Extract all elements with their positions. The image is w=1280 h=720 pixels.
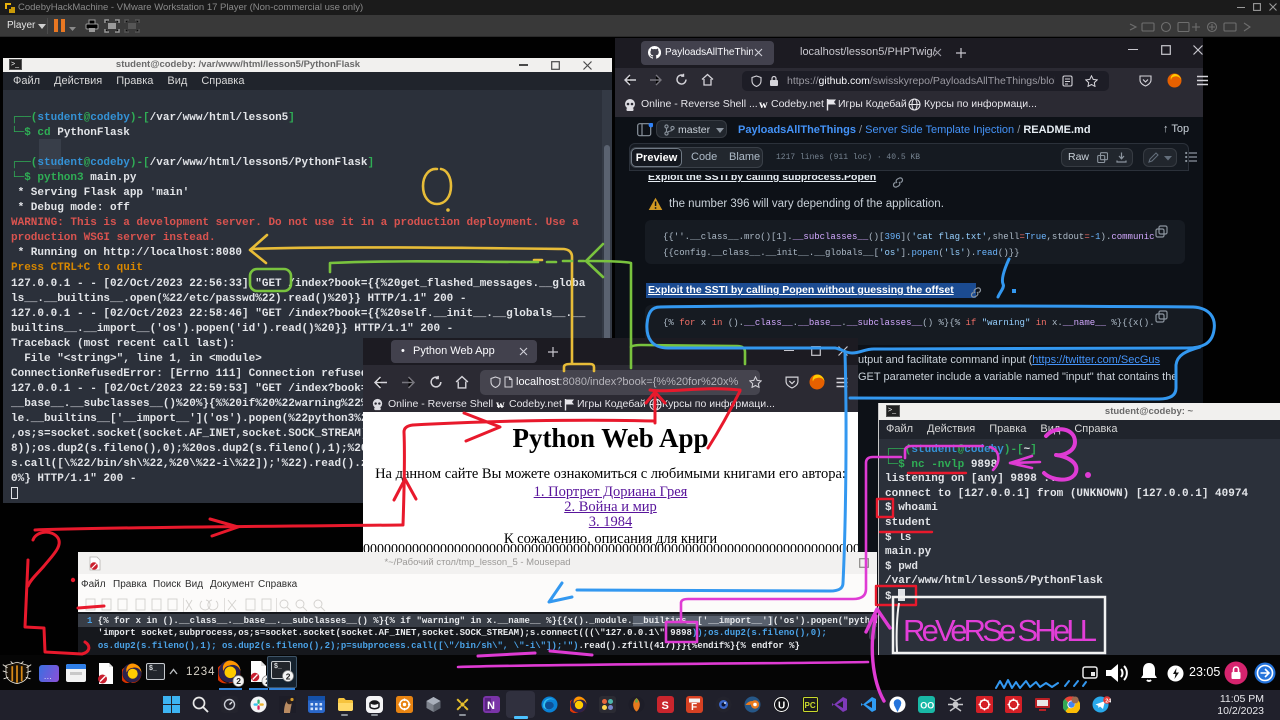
svg-text:2: 2 xyxy=(286,671,291,681)
svg-text:2: 2 xyxy=(236,676,241,686)
svg-text:24: 24 xyxy=(1105,699,1111,705)
svg-text:U: U xyxy=(778,701,785,712)
svg-text:PC: PC xyxy=(805,701,816,710)
svg-text:N: N xyxy=(487,700,495,712)
svg-text:OO: OO xyxy=(920,701,934,711)
svg-text:F: F xyxy=(691,702,697,713)
svg-text:S: S xyxy=(662,700,669,712)
